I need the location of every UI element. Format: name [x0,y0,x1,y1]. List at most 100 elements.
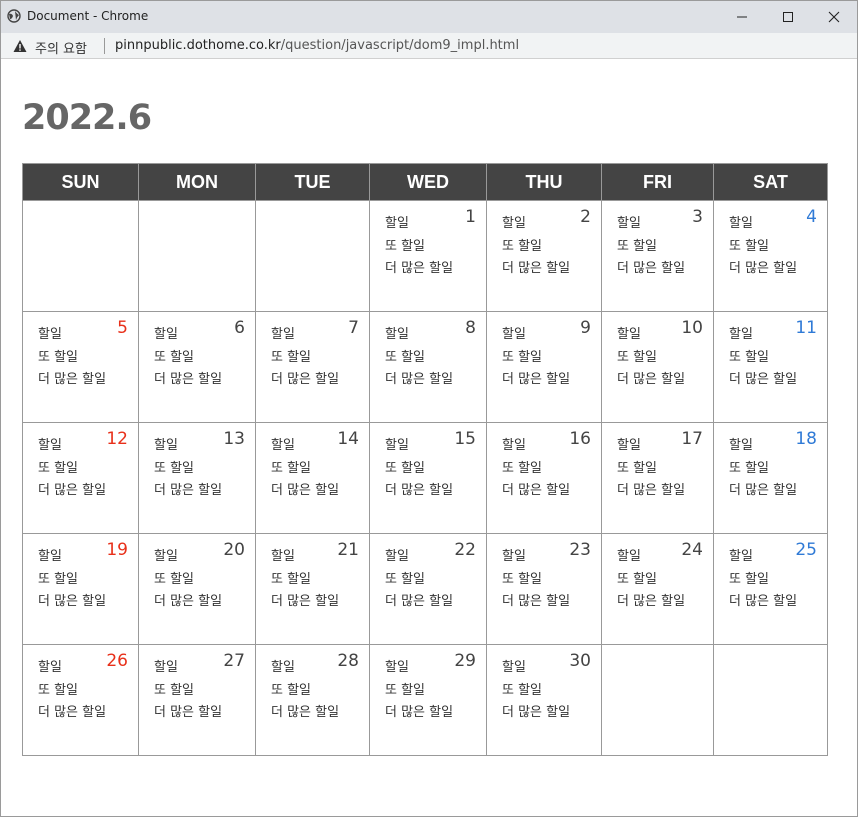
todo-list: 할일 또 할일 더 많은 할일 [385,213,453,281]
calendar-day-cell[interactable]: 18 할일 또 할일 더 많은 할일 [713,422,828,534]
day-number: 8 [465,318,476,338]
todo-list: 할일 또 할일 더 많은 할일 [38,435,106,503]
calendar-day-cell[interactable]: 27 할일 또 할일 더 많은 할일 [138,644,256,756]
weekday-header: FRI [601,163,714,201]
calendar-day-cell[interactable]: 11 할일 또 할일 더 많은 할일 [713,311,828,423]
todo-item: 더 많은 할일 [617,261,686,276]
close-button[interactable] [811,1,857,33]
todo-item: 더 많은 할일 [617,594,686,609]
calendar-week-row: 5 할일 또 할일 더 많은 할일 6 할일 또 할일 더 많은 할일 7 할일 또 할일 더 많은 … [22,311,828,423]
calendar-day-cell[interactable]: 25 할일 또 할일 더 많은 할일 [713,533,828,645]
todo-item: 더 많은 할일 [729,372,798,387]
day-number: 9 [580,318,591,338]
todo-item: 할일 [502,438,526,453]
calendar-day-cell[interactable]: 28 할일 또 할일 더 많은 할일 [255,644,370,756]
maximize-icon [783,12,793,22]
todo-item: 더 많은 할일 [385,483,454,498]
weekday-header: WED [369,163,487,201]
todo-list: 할일 또 할일 더 많은 할일 [154,546,222,614]
todo-item: 할일 [154,438,178,453]
todo-item: 할일 [385,216,409,231]
todo-item: 할일 [38,438,62,453]
calendar-day-cell[interactable]: 4 할일 또 할일 더 많은 할일 [713,200,828,312]
calendar-day-cell[interactable]: 20 할일 또 할일 더 많은 할일 [138,533,256,645]
calendar-day-cell[interactable]: 14 할일 또 할일 더 많은 할일 [255,422,370,534]
weekday-header: SUN [22,163,139,201]
todo-list: 할일 또 할일 더 많은 할일 [154,324,222,392]
address-separator [104,38,105,54]
day-number: 15 [454,429,476,449]
url-host: pinnpublic.dothome.co.kr [115,38,281,53]
todo-item: 또 할일 [271,571,312,587]
todo-item: 할일 [617,327,641,342]
calendar-day-cell[interactable]: 10 할일 또 할일 더 많은 할일 [601,311,714,423]
calendar-week-row: 12 할일 또 할일 더 많은 할일 13 할일 또 할일 더 많은 할일 14 할일 또 할일 더 … [22,422,828,534]
todo-item: 또 할일 [271,682,312,698]
warning-icon [13,40,27,52]
calendar-day-cell[interactable]: 13 할일 또 할일 더 많은 할일 [138,422,256,534]
todo-item: 할일 [729,438,753,453]
day-number: 21 [337,540,359,560]
calendar-day-cell[interactable]: 6 할일 또 할일 더 많은 할일 [138,311,256,423]
calendar-day-cell[interactable]: 12 할일 또 할일 더 많은 할일 [22,422,139,534]
calendar-day-cell [713,644,828,756]
maximize-button[interactable] [765,1,811,33]
todo-item: 또 할일 [729,238,770,254]
calendar-day-cell[interactable]: 29 할일 또 할일 더 많은 할일 [369,644,487,756]
weekday-header: MON [138,163,256,201]
address-bar[interactable]: 주의 요함 pinnpublic.dothome.co.kr/question/… [1,33,857,59]
day-number: 28 [337,651,359,671]
day-number: 3 [692,207,703,227]
todo-list: 할일 또 할일 더 많은 할일 [271,435,339,503]
calendar-day-cell[interactable]: 22 할일 또 할일 더 많은 할일 [369,533,487,645]
todo-item: 할일 [154,660,178,675]
todo-item: 더 많은 할일 [38,705,107,720]
todo-item: 더 많은 할일 [154,372,223,387]
calendar-day-cell[interactable]: 8 할일 또 할일 더 많은 할일 [369,311,487,423]
todo-item: 할일 [271,327,295,342]
calendar-day-cell[interactable]: 16 할일 또 할일 더 많은 할일 [486,422,602,534]
calendar-day-cell[interactable]: 30 할일 또 할일 더 많은 할일 [486,644,602,756]
minimize-button[interactable] [719,1,765,33]
todo-item: 할일 [617,438,641,453]
todo-item: 더 많은 할일 [271,705,340,720]
calendar-day-cell[interactable]: 19 할일 또 할일 더 많은 할일 [22,533,139,645]
calendar-day-cell[interactable]: 23 할일 또 할일 더 많은 할일 [486,533,602,645]
calendar-day-cell[interactable]: 2 할일 또 할일 더 많은 할일 [486,200,602,312]
calendar-day-cell[interactable]: 24 할일 또 할일 더 많은 할일 [601,533,714,645]
calendar-day-cell[interactable]: 7 할일 또 할일 더 많은 할일 [255,311,370,423]
todo-list: 할일 또 할일 더 많은 할일 [617,435,685,503]
day-number: 26 [106,651,128,671]
calendar-day-cell [138,200,256,312]
todo-item: 할일 [502,549,526,564]
calendar-day-cell[interactable]: 15 할일 또 할일 더 많은 할일 [369,422,487,534]
todo-list: 할일 또 할일 더 많은 할일 [385,324,453,392]
calendar-day-cell[interactable]: 17 할일 또 할일 더 많은 할일 [601,422,714,534]
todo-item: 할일 [617,216,641,231]
todo-item: 더 많은 할일 [38,372,107,387]
todo-item: 더 많은 할일 [502,705,571,720]
todo-list: 할일 또 할일 더 많은 할일 [617,546,685,614]
todo-item: 더 많은 할일 [502,372,571,387]
todo-item: 또 할일 [38,460,79,476]
calendar-day-cell[interactable]: 21 할일 또 할일 더 많은 할일 [255,533,370,645]
calendar-day-cell[interactable]: 9 할일 또 할일 더 많은 할일 [486,311,602,423]
calendar-day-cell[interactable]: 1 할일 또 할일 더 많은 할일 [369,200,487,312]
security-warning-text[interactable]: 주의 요함 [35,38,87,57]
todo-item: 더 많은 할일 [729,261,798,276]
url-text[interactable]: pinnpublic.dothome.co.kr/question/javasc… [115,38,519,53]
todo-item: 또 할일 [729,571,770,587]
calendar-day-cell[interactable]: 5 할일 또 할일 더 많은 할일 [22,311,139,423]
todo-list: 할일 또 할일 더 많은 할일 [502,435,570,503]
calendar-week-row: 1 할일 또 할일 더 많은 할일 2 할일 또 할일 더 많은 할일 3 할일 또 할일 더 많은 … [22,200,828,312]
todo-list: 할일 또 할일 더 많은 할일 [385,546,453,614]
todo-item: 또 할일 [38,682,79,698]
todo-item: 또 할일 [502,460,543,476]
todo-list: 할일 또 할일 더 많은 할일 [154,657,222,725]
todo-item: 또 할일 [385,349,426,365]
calendar-day-cell[interactable]: 26 할일 또 할일 더 많은 할일 [22,644,139,756]
todo-item: 더 많은 할일 [385,372,454,387]
calendar-day-cell[interactable]: 3 할일 또 할일 더 많은 할일 [601,200,714,312]
todo-item: 또 할일 [729,460,770,476]
todo-item: 또 할일 [729,349,770,365]
